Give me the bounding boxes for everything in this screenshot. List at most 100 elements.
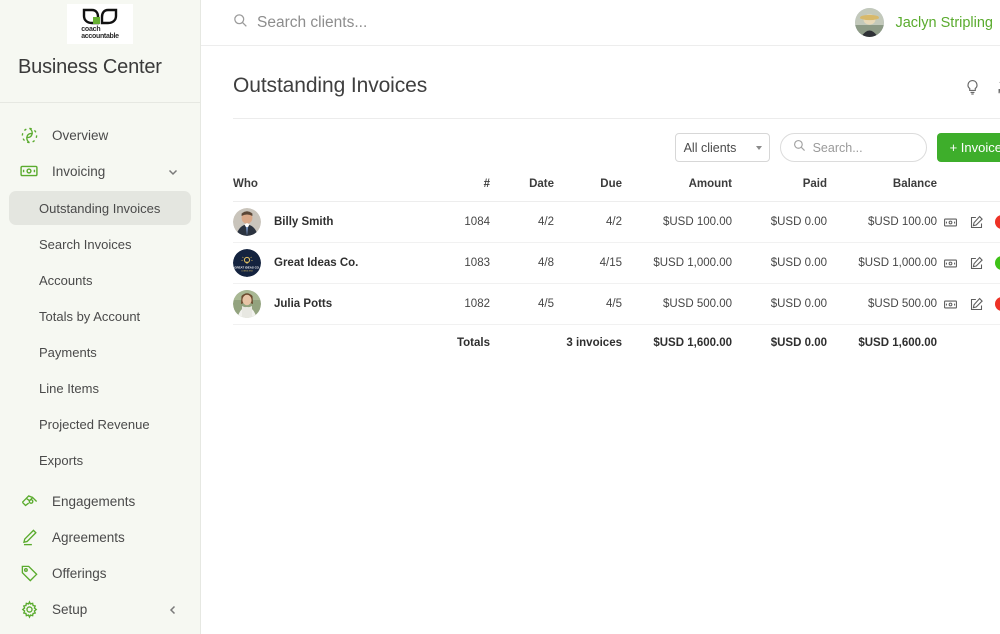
- column-header-who[interactable]: Who: [233, 178, 428, 202]
- sidebar-subitem-label: Line Items: [39, 380, 99, 396]
- sidebar-subitem-label: Projected Revenue: [39, 416, 150, 432]
- client-name: Billy Smith: [274, 216, 334, 228]
- record-payment-button[interactable]: [943, 256, 958, 271]
- logo-container[interactable]: coach accountable: [0, 0, 200, 46]
- cell-actions: [937, 242, 1000, 284]
- sidebar-item-label: Offerings: [52, 565, 107, 581]
- column-header-due[interactable]: Due: [554, 178, 622, 202]
- invoice-search-input[interactable]: Search...: [779, 133, 927, 162]
- edit-invoice-button[interactable]: [969, 215, 984, 230]
- logo-text-line1: coach: [81, 26, 101, 33]
- table-toolbar: All clients Search... + Invoice: [201, 119, 1000, 162]
- cell-balance: $USD 500.00: [827, 283, 937, 325]
- sidebar-item-accounts[interactable]: Accounts: [9, 263, 191, 297]
- client-avatar-julia-potts: [233, 290, 261, 318]
- sidebar-item-label: Setup: [52, 601, 88, 617]
- business-center-title: Business Center: [18, 56, 162, 78]
- sidebar-item-offerings[interactable]: Offerings: [9, 555, 191, 591]
- sidebar-item-line-items[interactable]: Line Items: [9, 371, 191, 405]
- handshake-icon: [18, 490, 40, 512]
- totals-label: Totals: [456, 336, 490, 349]
- cell-due: 4/15: [554, 242, 622, 284]
- cell-amount: $USD 100.00: [622, 201, 732, 243]
- sidebar-item-label: Overview: [52, 127, 109, 143]
- client-name: Great Ideas Co.: [274, 257, 359, 269]
- topbar: Search clients... Jaclyn Stripling: [201, 0, 1000, 46]
- coach-accountable-logo[interactable]: coach accountable: [67, 4, 133, 44]
- coach-accountable-leaf-logo: [82, 8, 118, 25]
- table-row[interactable]: Billy Smith 1084 4/2 4/2 $USD 100.00 $US…: [233, 201, 1000, 243]
- column-header-paid[interactable]: Paid: [732, 178, 827, 202]
- status-badge[interactable]: [995, 256, 1000, 270]
- cell-due: 4/5: [554, 283, 622, 325]
- status-badge[interactable]: [995, 297, 1000, 311]
- cell-balance: $USD 1,000.00: [827, 242, 937, 284]
- search-icon: [793, 139, 806, 157]
- page-header: Outstanding Invoices: [201, 46, 1000, 108]
- user-name: Jaclyn Stripling: [895, 14, 993, 31]
- totals-spacer: [233, 325, 428, 361]
- main-content: Search clients... Jaclyn Stripling Outst…: [201, 0, 1000, 634]
- totals-paid: $USD 0.00: [770, 336, 827, 349]
- chevron-left-icon[interactable]: [167, 603, 179, 615]
- cell-date: 4/2: [490, 201, 554, 243]
- client-avatar-great-ideas-co: GREAT IDEAS CO. CONSULTING: [233, 249, 261, 277]
- price-tag-icon: [18, 562, 40, 584]
- cell-due: 4/2: [554, 201, 622, 243]
- client-filter-select[interactable]: All clients: [674, 133, 770, 162]
- status-badge[interactable]: [995, 215, 1000, 229]
- cell-amount: $USD 500.00: [622, 283, 732, 325]
- column-header-date[interactable]: Date: [490, 178, 554, 202]
- table-row[interactable]: GREAT IDEAS CO. CONSULTING Great Ideas C…: [233, 242, 1000, 284]
- table-header-row: Who # Date Due Amount Paid Balance: [233, 178, 1000, 202]
- sidebar-item-agreements[interactable]: Agreements: [9, 519, 191, 555]
- refresh-sync-icon[interactable]: [996, 77, 1000, 96]
- cell-paid: $USD 0.00: [732, 242, 827, 284]
- cell-who: GREAT IDEAS CO. CONSULTING Great Ideas C…: [233, 242, 428, 284]
- table-head: Who # Date Due Amount Paid Balance: [233, 178, 1000, 202]
- sidebar-item-overview[interactable]: Overview: [9, 117, 191, 153]
- table-body: Billy Smith 1084 4/2 4/2 $USD 100.00 $US…: [233, 201, 1000, 361]
- user-menu[interactable]: Jaclyn Stripling: [855, 8, 1000, 37]
- sidebar-item-projected-revenue[interactable]: Projected Revenue: [9, 407, 191, 441]
- client-avatar-billy-smith: [233, 208, 261, 236]
- edit-invoice-button[interactable]: [969, 297, 984, 312]
- chevron-down-icon[interactable]: [167, 165, 179, 177]
- sidebar-subitem-label: Payments: [39, 344, 97, 360]
- money-bill-icon: [18, 160, 40, 182]
- cell-amount: $USD 1,000.00: [622, 242, 732, 284]
- cell-balance: $USD 100.00: [827, 201, 937, 243]
- column-header-amount[interactable]: Amount: [622, 178, 732, 202]
- app-root: coach accountable Business Center Overvi…: [0, 0, 1000, 634]
- svg-text:GREAT IDEAS CO.: GREAT IDEAS CO.: [234, 265, 260, 269]
- totals-amount: $USD 1,600.00: [653, 336, 732, 349]
- column-header-number[interactable]: #: [428, 178, 490, 202]
- cell-paid: $USD 0.00: [732, 283, 827, 325]
- cell-actions: [937, 283, 1000, 325]
- lightbulb-icon[interactable]: [963, 77, 982, 96]
- sidebar-item-totals-by-account[interactable]: Totals by Account: [9, 299, 191, 333]
- sidebar-item-payments[interactable]: Payments: [9, 335, 191, 369]
- edit-invoice-button[interactable]: [969, 256, 984, 271]
- client-filter-value: All clients: [683, 140, 737, 155]
- client-search-input[interactable]: Search clients...: [233, 13, 855, 33]
- add-invoice-button[interactable]: + Invoice: [936, 133, 1000, 162]
- sidebar-item-label: Agreements: [52, 529, 125, 545]
- sidebar-item-outstanding-invoices[interactable]: Outstanding Invoices: [9, 191, 191, 225]
- cell-paid: $USD 0.00: [732, 201, 827, 243]
- page-title: Outstanding Invoices: [233, 74, 428, 97]
- sidebar-item-invoicing[interactable]: Invoicing: [9, 153, 191, 189]
- sidebar-item-search-invoices[interactable]: Search Invoices: [9, 227, 191, 261]
- cell-actions: [937, 201, 1000, 243]
- sidebar-item-engagements[interactable]: Engagements: [9, 483, 191, 519]
- sidebar-item-exports[interactable]: Exports: [9, 443, 191, 477]
- column-header-balance[interactable]: Balance: [827, 178, 937, 202]
- sidebar-subitem-label: Outstanding Invoices: [39, 200, 161, 216]
- record-payment-button[interactable]: [943, 297, 958, 312]
- totals-balance: $USD 1,600.00: [858, 336, 937, 349]
- sidebar-item-setup[interactable]: Setup: [9, 591, 191, 627]
- gear-icon: [18, 598, 40, 620]
- table-row[interactable]: Julia Potts 1082 4/5 4/5 $USD 500.00 $US…: [233, 283, 1000, 325]
- record-payment-button[interactable]: [943, 215, 958, 230]
- search-icon: [233, 13, 248, 33]
